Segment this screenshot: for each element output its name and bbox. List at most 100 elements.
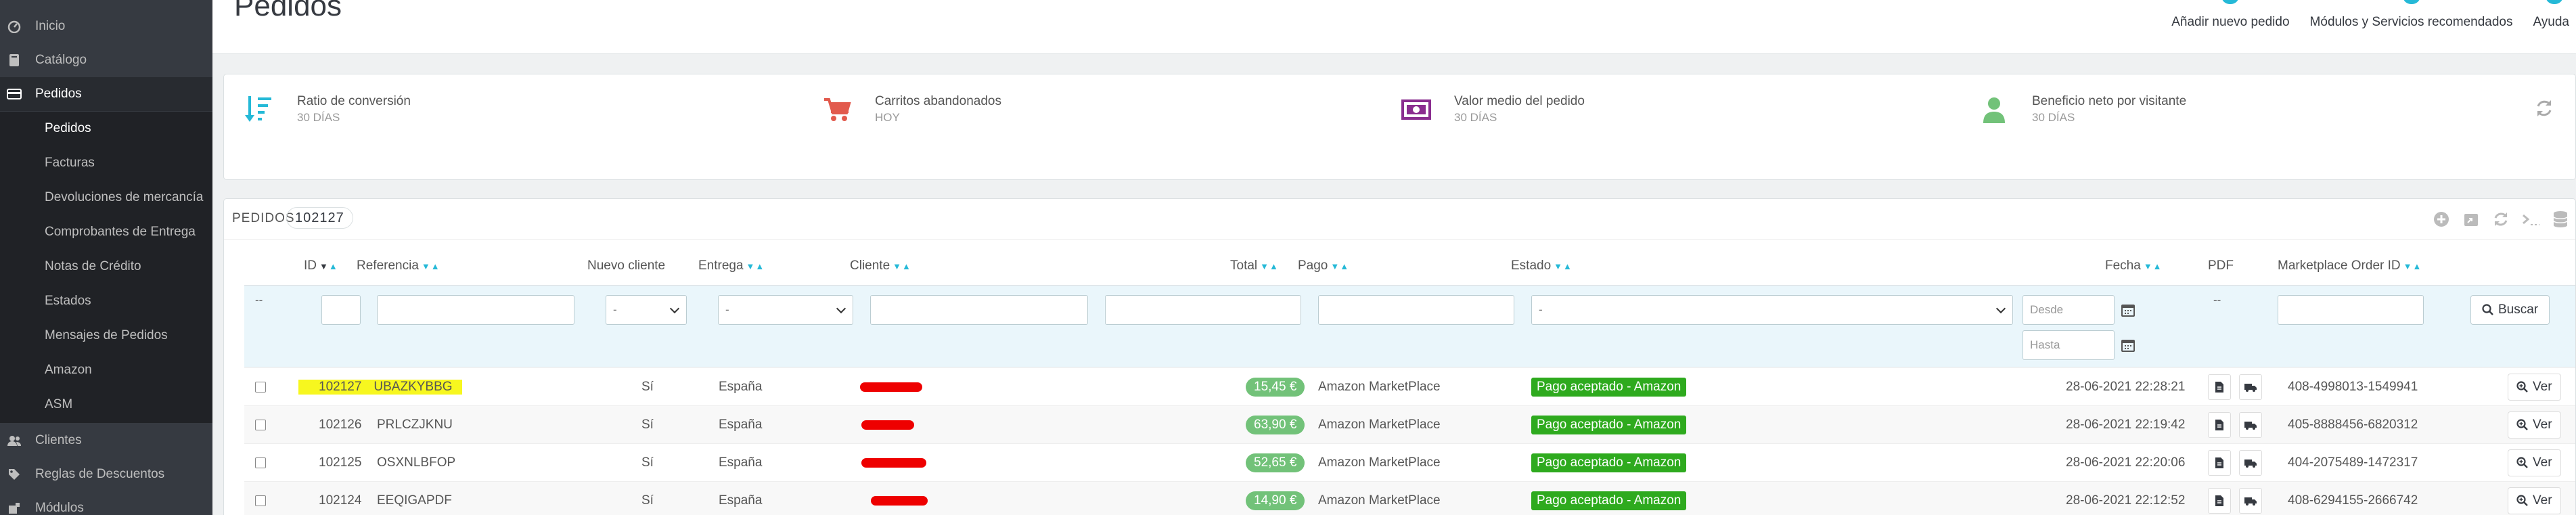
table-row[interactable]: 102126 PRLCZJKNU Sí España 63,90 € Amazo… — [244, 406, 2575, 444]
column-label: Pago — [1298, 259, 1328, 273]
kpi-abandoned-carts[interactable]: Carritos abandonados HOY — [821, 93, 1001, 126]
export-icon[interactable] — [2462, 210, 2481, 229]
filter-date-to-input[interactable]: Hasta — [2023, 330, 2115, 360]
delivery-truck-icon[interactable] — [2239, 374, 2262, 400]
sidebar-item-clientes[interactable]: Clientes — [0, 424, 212, 457]
row-checkbox[interactable] — [255, 495, 266, 506]
add-circle-icon[interactable] — [2432, 210, 2451, 229]
customers-icon — [7, 433, 22, 448]
filter-date-from-input[interactable]: Desde — [2023, 295, 2115, 325]
sidebar-item-catalogo[interactable]: Catálogo — [0, 43, 212, 77]
sidebar-item-descuentos[interactable]: Reglas de Descuentos — [0, 457, 212, 491]
order-date: 28-06-2021 22:19:42 — [2066, 418, 2186, 432]
column-header-id[interactable]: ID ▼▲ — [304, 259, 338, 273]
submenu-item-devoluciones[interactable]: Devoluciones de mercancía — [0, 181, 212, 215]
help-icon — [2546, 0, 2564, 4]
invoice-pdf-icon[interactable] — [2208, 412, 2231, 438]
column-header-marketplace[interactable]: Marketplace Order ID ▼▲ — [2278, 259, 2422, 273]
filter-delivery-select[interactable]: - — [718, 295, 853, 325]
catalog-icon — [7, 53, 22, 68]
submenu-item-pedidos[interactable]: Pedidos — [0, 112, 212, 145]
delivery-truck-icon[interactable] — [2239, 450, 2262, 476]
invoice-pdf-icon[interactable] — [2208, 450, 2231, 476]
table-row[interactable]: 102127 UBAZKYBBG Sí España 15,45 € Amazon… — [244, 368, 2575, 406]
sql-terminal-icon[interactable] — [2521, 210, 2540, 229]
sort-arrows-icon[interactable]: ▼▲ — [319, 261, 338, 271]
filter-new-client-select[interactable]: - — [606, 295, 687, 325]
filter-payment-input[interactable] — [1318, 295, 1514, 325]
sidebar-item-inicio[interactable]: Inicio — [0, 9, 212, 43]
order-delivery: España — [719, 493, 763, 508]
sort-arrows-icon[interactable]: ▼▲ — [2144, 261, 2163, 271]
column-header-date[interactable]: Fecha ▼▲ — [2105, 259, 2163, 273]
view-order-button[interactable]: Ver — [2508, 449, 2561, 476]
help-button[interactable]: Ayuda — [2533, 0, 2576, 30]
kpi-panel: Ratio de conversión 30 DÍAS Carritos aba… — [223, 74, 2576, 180]
column-header-new-client: Nuevo cliente — [587, 259, 665, 273]
column-header-total[interactable]: Total ▼▲ — [1230, 259, 1279, 273]
column-header-reference[interactable]: Referencia ▼▲ — [357, 259, 440, 273]
refresh-list-icon[interactable] — [2491, 210, 2510, 229]
submenu-item-facturas[interactable]: Facturas — [0, 146, 212, 180]
sort-arrows-icon[interactable]: ▼▲ — [1330, 261, 1349, 271]
submenu-item-estados[interactable]: Estados — [0, 284, 212, 318]
view-order-button[interactable]: Ver — [2508, 487, 2561, 514]
view-order-button[interactable]: Ver — [2508, 374, 2561, 401]
sort-arrows-icon[interactable]: ▼▲ — [1554, 261, 1573, 271]
submenu-item-notas-credito[interactable]: Notas de Crédito — [0, 250, 212, 284]
delivery-truck-icon[interactable] — [2239, 412, 2262, 438]
kpi-conversion[interactable]: Ratio de conversión 30 DÍAS — [243, 93, 411, 126]
column-header-client[interactable]: Cliente ▼▲ — [850, 259, 911, 273]
table-row[interactable]: 102124 EEQIGAPDF Sí España 14,90 € Amazo… — [244, 482, 2575, 515]
filter-status-select[interactable]: - — [1531, 295, 2013, 325]
add-order-button[interactable]: Añadir nuevo pedido — [2171, 0, 2290, 30]
row-checkbox[interactable] — [255, 457, 266, 468]
row-checkbox[interactable] — [255, 420, 266, 430]
kpi-net-profit[interactable]: Beneficio neto por visitante 30 DÍAS — [1978, 93, 2186, 126]
calendar-icon[interactable] — [2116, 330, 2140, 360]
filter-total-input[interactable] — [1105, 295, 1301, 325]
column-header-delivery[interactable]: Entrega ▼▲ — [698, 259, 765, 273]
sidebar-item-pedidos[interactable]: Pedidos — [0, 77, 212, 111]
refresh-icon[interactable] — [2535, 99, 2554, 118]
sort-arrows-icon[interactable]: ▼▲ — [2403, 261, 2422, 271]
select-value: - — [613, 303, 617, 316]
filter-id-input[interactable] — [321, 295, 361, 325]
sort-arrows-icon[interactable]: ▼▲ — [1260, 261, 1279, 271]
calendar-icon[interactable] — [2116, 295, 2140, 325]
column-header-status[interactable]: Estado ▼▲ — [1511, 259, 1573, 273]
order-new-client: Sí — [641, 418, 654, 432]
sort-arrows-icon[interactable]: ▼▲ — [892, 261, 911, 271]
view-order-button[interactable]: Ver — [2508, 411, 2561, 439]
column-header-payment[interactable]: Pago ▼▲ — [1298, 259, 1349, 273]
column-label: ID — [304, 259, 317, 273]
table-row[interactable]: 102125 OSXNLBFOP Sí España 52,65 € Amazo… — [244, 444, 2575, 482]
submenu-item-asm[interactable]: ASM — [0, 388, 212, 422]
sidebar-item-label: Pedidos — [35, 87, 82, 101]
row-checkbox[interactable] — [255, 382, 266, 393]
order-status-badge: Pago aceptado - Amazon — [1531, 416, 1687, 434]
sidebar-item-modulos[interactable]: Módulos — [0, 491, 212, 515]
submenu-item-mensajes[interactable]: Mensajes de Pedidos — [0, 319, 212, 353]
submenu-label: Facturas — [45, 156, 95, 170]
filter-reference-input[interactable] — [377, 295, 574, 325]
kpi-average-order[interactable]: Valor medio del pedido 30 DÍAS — [1400, 93, 1585, 126]
invoice-pdf-icon[interactable] — [2208, 374, 2231, 400]
filter-marketplace-input[interactable] — [2278, 295, 2424, 325]
sort-arrows-icon[interactable]: ▼▲ — [746, 261, 765, 271]
submenu-item-comprobantes[interactable]: Comprobantes de Entrega — [0, 215, 212, 249]
delivery-truck-icon[interactable] — [2239, 488, 2262, 514]
order-id: 102125 — [319, 455, 362, 470]
recommended-modules-button[interactable]: Módulos y Servicios recomendados — [2310, 0, 2512, 30]
redacted-client — [860, 382, 922, 392]
database-icon[interactable] — [2551, 210, 2570, 229]
sort-arrows-icon[interactable]: ▼▲ — [422, 261, 440, 271]
search-button[interactable]: Buscar — [2470, 295, 2550, 325]
sidebar-item-label: Catálogo — [35, 53, 87, 67]
dashboard-icon — [7, 19, 22, 34]
submenu-item-amazon[interactable]: Amazon — [0, 353, 212, 387]
order-reference: PRLCZJKNU — [377, 418, 453, 432]
select-value: - — [1539, 303, 1543, 316]
invoice-pdf-icon[interactable] — [2208, 488, 2231, 514]
filter-client-input[interactable] — [870, 295, 1088, 325]
